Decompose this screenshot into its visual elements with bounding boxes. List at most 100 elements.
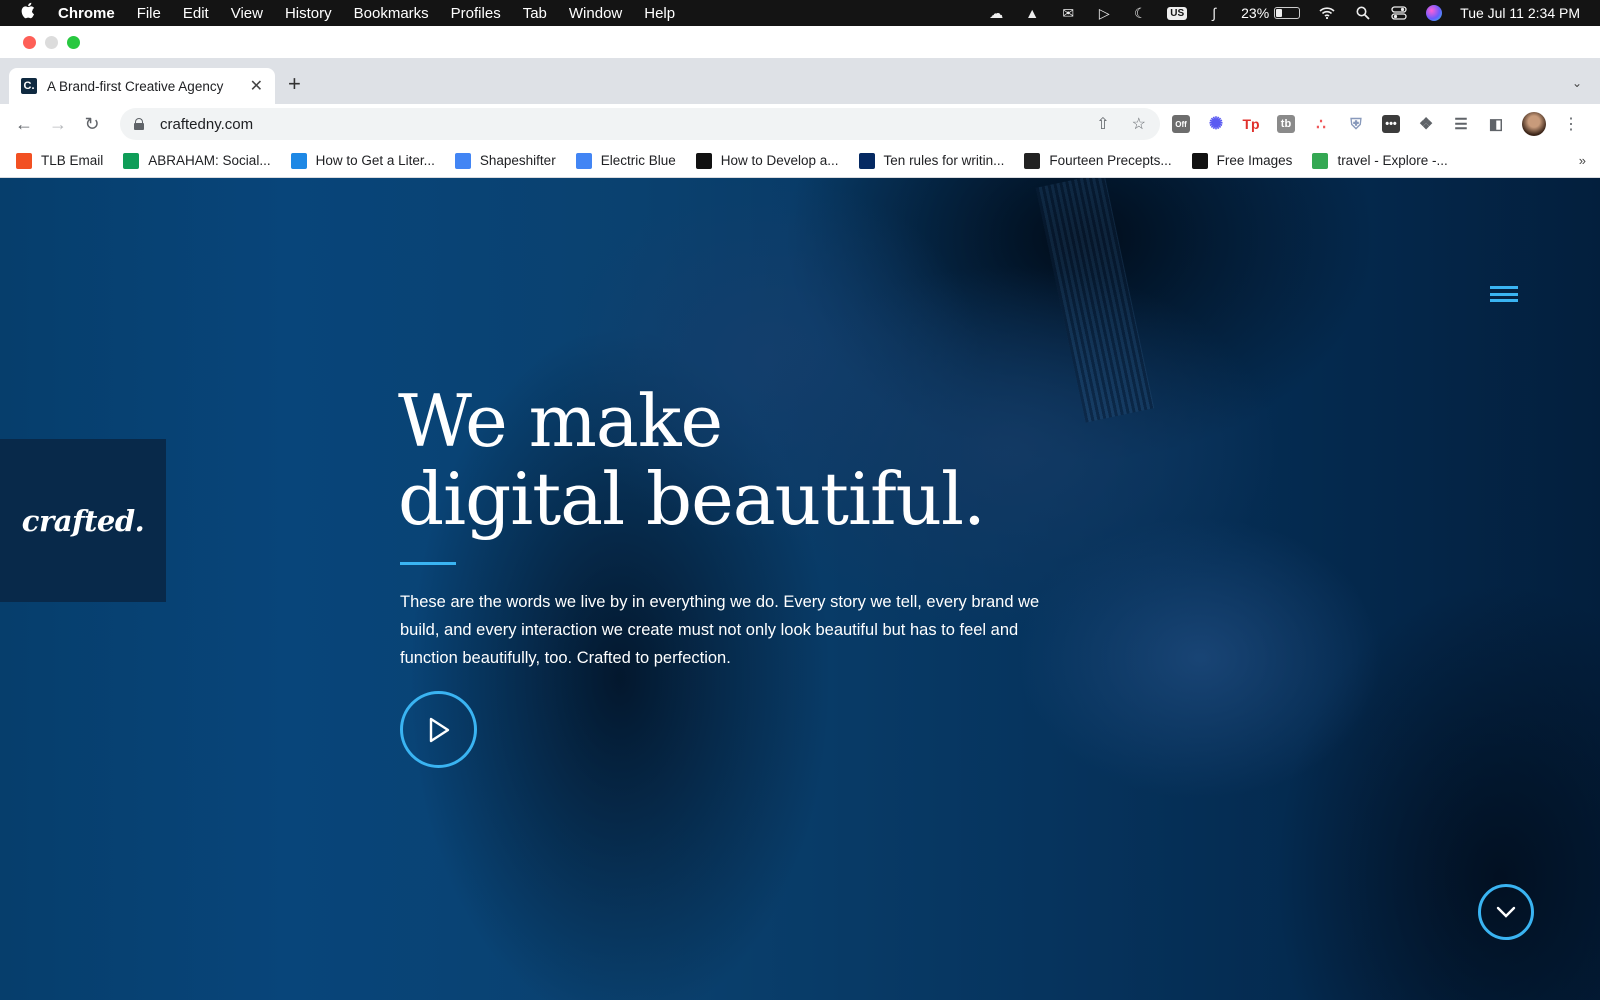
new-tab-plus-icon[interactable]: +: [288, 73, 301, 95]
battery-indicator[interactable]: 23%: [1241, 5, 1301, 21]
menu-edit[interactable]: Edit: [183, 5, 209, 22]
menu-profiles[interactable]: Profiles: [451, 5, 501, 22]
hero-headline: We make digital beautiful.: [398, 382, 986, 541]
window-title-strip: [0, 26, 1600, 58]
bookmarks-overflow-chevron-icon[interactable]: »: [1579, 153, 1586, 168]
bookmark-item[interactable]: Ten rules for writin...: [858, 152, 1004, 169]
menu-help[interactable]: Help: [644, 5, 675, 22]
headline-line-2: digital beautiful.: [398, 457, 986, 541]
extension-off-icon[interactable]: Off: [1172, 115, 1190, 133]
bookmark-label: Fourteen Precepts...: [1049, 153, 1172, 168]
tab-active[interactable]: C. A Brand-first Creative Agency ✕: [9, 68, 275, 104]
creative-cloud-icon[interactable]: ☁: [987, 5, 1005, 21]
bookmark-item[interactable]: Fourteen Precepts...: [1024, 152, 1172, 169]
bookmark-item[interactable]: travel - Explore -...: [1312, 152, 1448, 169]
menu-history[interactable]: History: [285, 5, 332, 22]
logo-text: crafted.: [21, 503, 145, 538]
play-status-icon[interactable]: ▷: [1095, 5, 1113, 21]
bookmarks-bar: TLB Email ABRAHAM: Social... How to Get a …: [0, 144, 1600, 178]
reload-icon[interactable]: ↻: [82, 114, 102, 134]
tab-strip: C. A Brand-first Creative Agency ✕ + ⌄: [0, 58, 1600, 104]
bookmark-label: How to Develop a...: [720, 153, 839, 168]
bookmark-label: Free Images: [1216, 153, 1293, 168]
scroll-down-button[interactable]: [1478, 884, 1534, 940]
battery-fill: [1276, 9, 1282, 17]
bookmark-label: travel - Explore -...: [1337, 153, 1448, 168]
bookmark-item[interactable]: Free Images: [1191, 152, 1293, 169]
menu-bookmarks[interactable]: Bookmarks: [354, 5, 429, 22]
tab-search-chevron-icon[interactable]: ⌄: [1572, 76, 1582, 90]
lock-icon[interactable]: [134, 118, 144, 130]
hamburger-menu-icon[interactable]: [1490, 286, 1518, 302]
masterclass-icon: [695, 152, 712, 169]
url-text[interactable]: craftedny.com: [160, 116, 253, 133]
bookmark-item[interactable]: How to Develop a...: [695, 152, 839, 169]
forward-arrow-icon[interactable]: →: [48, 114, 68, 134]
battery-icon: [1274, 7, 1301, 19]
unsplash-icon: [1191, 152, 1208, 169]
moon-icon[interactable]: ☾: [1131, 5, 1149, 21]
status-area: ☁ ▲ ✉ ▷ ☾ US ∫ 23% Tue Jul 11 2:34 PM: [987, 5, 1600, 21]
extension-asterisk-icon[interactable]: ✺: [1207, 114, 1225, 133]
menubar-clock[interactable]: Tue Jul 11 2:34 PM: [1460, 5, 1580, 21]
close-tab-icon[interactable]: ✕: [250, 76, 263, 96]
hero-background-image: [1035, 178, 1155, 423]
puzzle-extensions-icon[interactable]: ❖: [1417, 115, 1435, 133]
microsoft-icon: [16, 152, 32, 169]
bookmark-item[interactable]: ABRAHAM: Social...: [123, 152, 271, 169]
bookmark-item[interactable]: Shapeshifter: [454, 152, 556, 169]
apple-menu-icon[interactable]: [20, 2, 40, 24]
browser-toolbar: ← → ↻ craftedny.com ⇧ ☆ Off ✺ Tp tb ∴ ⛨ …: [0, 104, 1600, 144]
chrome-menu-kebab-icon[interactable]: ⋮: [1563, 114, 1579, 134]
menu-app-name[interactable]: Chrome: [58, 5, 115, 22]
bookmark-star-icon[interactable]: ☆: [1132, 114, 1146, 134]
bookmark-label: Shapeshifter: [479, 153, 556, 168]
guardian-icon: [858, 152, 875, 169]
siri-icon[interactable]: [1426, 5, 1443, 21]
chat-icon[interactable]: ✉: [1059, 5, 1077, 21]
bookmark-item[interactable]: How to Get a Liter...: [290, 152, 435, 169]
bookmark-label: TLB Email: [41, 153, 104, 168]
play-icon: [429, 717, 449, 742]
side-panel-icon[interactable]: ◧: [1487, 115, 1505, 133]
trend-icon: [1312, 152, 1329, 169]
profile-avatar[interactable]: [1522, 112, 1546, 136]
tab-title: A Brand-first Creative Agency: [47, 78, 224, 94]
bookmark-item[interactable]: TLB Email: [16, 152, 104, 169]
docs-icon: [454, 152, 471, 169]
input-source-badge[interactable]: US: [1167, 6, 1188, 20]
zoom-window-button[interactable]: [67, 36, 80, 49]
hero-body-text: These are the words we live by in everyt…: [400, 593, 1040, 667]
control-center-icon[interactable]: [1390, 5, 1408, 21]
bookmark-label: ABRAHAM: Social...: [148, 153, 271, 168]
crafted-logo[interactable]: crafted.: [0, 439, 166, 602]
extension-tp-icon[interactable]: Tp: [1242, 115, 1260, 133]
back-arrow-icon[interactable]: ←: [14, 114, 34, 134]
battery-percent: 23%: [1241, 5, 1270, 21]
menu-view[interactable]: View: [231, 5, 263, 22]
minimize-window-button[interactable]: [45, 36, 58, 49]
play-video-button[interactable]: [400, 691, 477, 768]
macos-menu-bar: Chrome File Edit View History Bookmarks …: [0, 0, 1600, 26]
asana-extension-icon[interactable]: ∴: [1312, 115, 1330, 133]
menu-window[interactable]: Window: [569, 5, 622, 22]
hero-section: crafted. We make digital beautiful. Thes…: [0, 178, 1600, 1000]
menu-file[interactable]: File: [137, 5, 161, 22]
drive-icon[interactable]: ▲: [1023, 5, 1041, 21]
wifi-icon[interactable]: [1318, 5, 1336, 21]
spotlight-search-icon[interactable]: [1354, 5, 1372, 21]
bluetooth-icon[interactable]: ∫: [1205, 5, 1223, 21]
menu-tab[interactable]: Tab: [523, 5, 547, 22]
share-icon[interactable]: ⇧: [1096, 114, 1109, 134]
extensions-area: Off ✺ Tp tb ∴ ⛨ ••• ❖ ☰ ◧ ⋮: [1172, 112, 1579, 136]
extension-tb-icon[interactable]: tb: [1277, 115, 1295, 133]
close-window-button[interactable]: [23, 36, 36, 49]
chevron-down-icon: [1496, 906, 1516, 918]
reading-list-icon[interactable]: ☰: [1452, 115, 1470, 133]
password-extension-icon[interactable]: •••: [1382, 115, 1400, 133]
address-bar[interactable]: craftedny.com ⇧ ☆: [120, 108, 1160, 140]
shield-extension-icon[interactable]: ⛨: [1347, 115, 1365, 133]
bookmark-item[interactable]: Electric Blue: [575, 152, 676, 169]
omnibox-actions: ⇧ ☆: [1096, 114, 1146, 134]
feather-icon: [290, 152, 307, 169]
